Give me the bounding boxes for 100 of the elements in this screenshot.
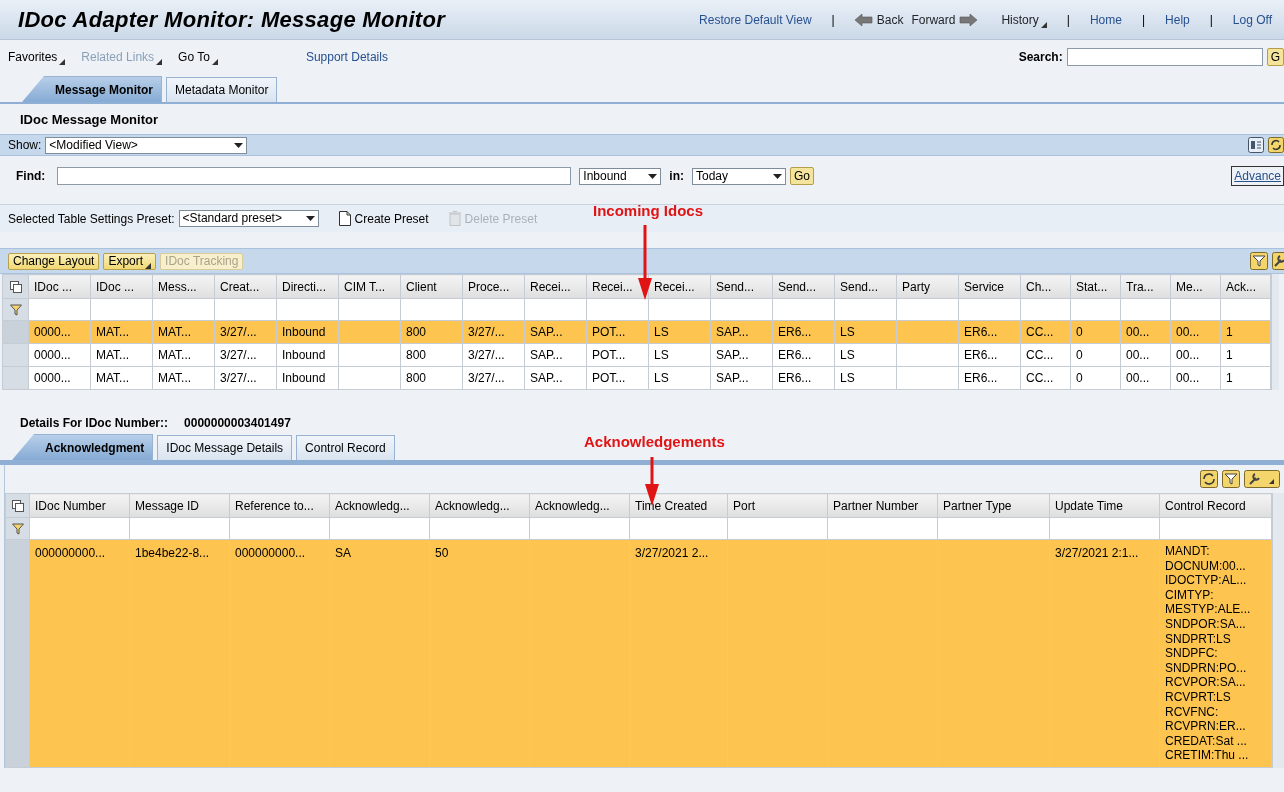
scrollbar[interactable] [1272,493,1284,768]
scrollbar[interactable] [1271,274,1279,390]
table-cell: 3/27/... [462,343,525,367]
column-header[interactable]: Tra... [1120,274,1171,299]
column-header[interactable]: Send... [772,274,835,299]
create-preset-button[interactable]: Create Preset [338,209,429,228]
history-menu[interactable]: History [1001,10,1047,29]
table-cell: SAP... [710,366,773,390]
trash-icon [448,211,461,226]
table-cell: POT... [586,343,649,367]
header-link[interactable]: Help [1165,10,1190,29]
column-header[interactable]: Recei... [648,274,711,299]
tab[interactable]: IDoc Message Details [157,435,293,460]
table-cell: 0 [1070,366,1121,390]
filter-icon [11,523,24,536]
idoc-number: 0000000003401497 [184,415,291,432]
column-header[interactable]: Reference to... [229,493,330,518]
column-header[interactable]: Recei... [524,274,587,299]
table-cell: CC... [1020,343,1071,367]
table-cell: 1be4be22-8... [129,539,230,768]
table-cell: 3/27/... [214,343,277,367]
column-header[interactable]: Control Record [1159,493,1272,518]
control-record-line: CREDAT:Sat ... [1165,733,1248,749]
column-header[interactable]: Directi... [276,274,339,299]
column-header[interactable]: CIM T... [338,274,401,299]
column-header[interactable]: Acknowledg... [429,493,530,518]
column-header[interactable]: Update Time [1049,493,1160,518]
column-header[interactable]: Service [958,274,1021,299]
column-header[interactable]: Send... [834,274,897,299]
column-header[interactable]: Proce... [462,274,525,299]
control-record-line: CIMTYP: [1165,587,1215,603]
search-field[interactable] [1066,48,1263,66]
header-link[interactable]: Log Off [1232,10,1272,29]
menu-item[interactable]: Favorites [8,48,66,66]
column-header[interactable]: IDoc Number [29,493,130,518]
wrench-icon [1272,252,1284,270]
table-row[interactable] [5,539,1272,768]
column-header[interactable]: Message ID [129,493,230,518]
tab[interactable]: Metadata Monitor [166,77,278,102]
table-cell: Inbound [276,343,339,367]
find-field[interactable] [57,167,572,185]
go-button[interactable]: G [1266,48,1284,66]
column-header[interactable]: Ack... [1220,274,1271,299]
caret-icon [648,173,658,179]
column-header[interactable]: Port [727,493,828,518]
tab[interactable]: Acknowledgment [12,434,154,460]
table-row[interactable]: 0000... MAT... MAT... 3/27/... Inbound 800 3/27/... SAP... POT... LS SAP... ER6... LS ER6... CC... 0 00... 00... 1 [2,320,1271,344]
toolbar-button[interactable]: Change Layout [8,252,100,270]
control-record-line: RCVPOR:SA... [1165,675,1247,690]
column-header[interactable]: Acknowledg... [329,493,430,518]
preset-dropdown[interactable]: <Standard preset> [178,210,319,227]
control-record-line: SNDPRN:PO... [1165,660,1248,676]
column-header[interactable]: Acknowledg... [529,493,630,518]
column-header[interactable]: IDoc ... [90,274,153,299]
table-cell: POT... [586,366,649,390]
back-link[interactable]: Back [854,10,904,29]
section-title: IDoc Message Monitor [19,111,159,129]
column-header[interactable]: Me... [1170,274,1221,299]
details-label: Details For IDoc Number:: [20,415,169,432]
column-header[interactable]: Party [896,274,959,299]
menu-triangle-icon [145,262,152,269]
support-link[interactable]: Support Details [281,48,388,66]
menu-item[interactable]: Go To [178,48,218,66]
table-row[interactable]: 0000... MAT... MAT... 3/27/... Inbound 800 3/27/... SAP... POT... LS SAP... ER6... LS ER6... CC... 0 00... 00... 1 [2,343,1271,367]
table-cell: 3/27/... [462,366,525,390]
forward-link[interactable]: Forward [911,10,978,29]
table-cell: 800 [400,343,463,367]
table-cell: 50 [429,539,530,768]
table-cell: MAT... [90,343,153,367]
advanced-link[interactable]: Advance [1231,166,1284,186]
tab[interactable]: Control Record [296,435,395,460]
column-header[interactable]: Partner Number [827,493,938,518]
column-header[interactable]: IDoc ... [28,274,91,299]
column-header[interactable]: Ch... [1020,274,1071,299]
table-cell: SAP... [710,343,773,367]
period-dropdown[interactable]: Today [692,167,786,185]
table-row[interactable]: 0000... MAT... MAT... 3/27/... Inbound 800 3/27/... SAP... POT... LS SAP... ER6... LS ER6... CC... 0 00... 00... 1 [2,366,1271,390]
go-button[interactable]: Go [790,167,814,185]
table-cell: ER6... [772,366,835,390]
table-cell: 3/27/2021 2:1... [1049,539,1160,768]
column-header[interactable]: Stat... [1070,274,1121,299]
column-header[interactable]: Time Created [629,493,728,518]
layout-icon [1248,137,1264,153]
document-icon [338,211,351,226]
tab[interactable]: Message Monitor [22,76,162,102]
table-cell: 00... [1120,366,1171,390]
column-header[interactable]: Partner Type [937,493,1050,518]
column-header[interactable]: Client [400,274,463,299]
table-cell: Inbound [276,366,339,390]
copy-icon [11,500,24,513]
column-header[interactable]: Send... [710,274,773,299]
menu-triangle-icon [156,59,163,65]
header-link[interactable]: Restore Default View [699,10,812,29]
caret-icon [234,142,244,148]
view-dropdown[interactable]: <Modified View> [45,136,248,154]
header-link[interactable]: Home [1089,10,1122,29]
column-header[interactable]: Mess... [152,274,215,299]
direction-dropdown[interactable]: Inbound [579,167,662,185]
column-header[interactable]: Creat... [214,274,277,299]
toolbar-button[interactable]: Export [103,252,157,270]
